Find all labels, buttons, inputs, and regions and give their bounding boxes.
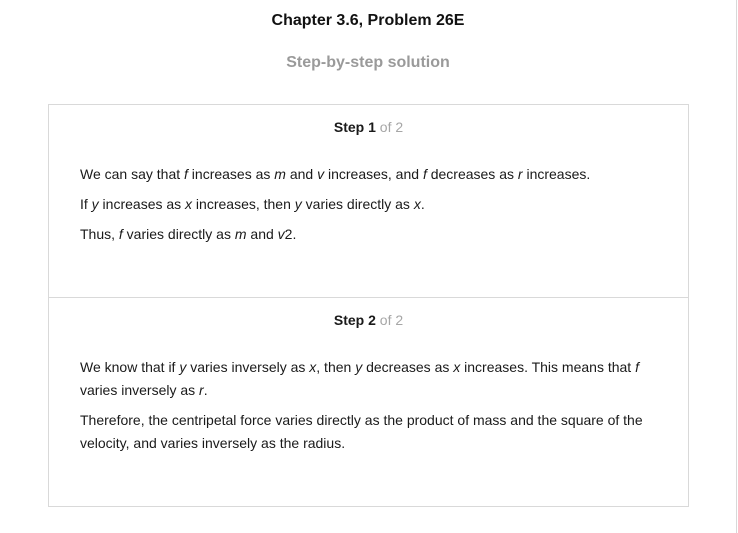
step-paragraph: Thus, f varies directly as m and v2.: [80, 223, 665, 246]
step-body: We know that if y varies inversely as x,…: [80, 356, 665, 462]
solution-page: Chapter 3.6, Problem 26E Step-by-step so…: [0, 0, 738, 533]
text-run: Therefore, the centripetal force varies …: [80, 412, 643, 451]
math-variable: x: [185, 196, 193, 212]
text-run: varies inversely as: [80, 382, 200, 398]
step-header: Step 2 of 2: [49, 311, 688, 329]
text-run: varies directly as: [301, 196, 414, 212]
text-run: increases. This means that: [460, 359, 636, 375]
math-variable: y: [91, 196, 99, 212]
text-run: increases.: [522, 166, 591, 182]
text-run: increases, then: [192, 196, 295, 212]
text-run: .: [203, 382, 208, 398]
page-title: Chapter 3.6, Problem 26E: [271, 12, 465, 29]
text-run: If: [80, 196, 92, 212]
solution-steps-container: Step 1 of 2 We can say that f increases …: [48, 104, 689, 507]
text-run: increases, and: [324, 166, 423, 182]
math-variable: x: [413, 196, 421, 212]
step-number: 2: [368, 312, 376, 328]
step-number: 1: [368, 119, 376, 135]
step-panel-2: Step 2 of 2 We know that if y varies inv…: [49, 298, 688, 506]
step-label: Step: [333, 119, 365, 135]
text-run: decreases as: [362, 359, 454, 375]
math-variable: m: [234, 226, 247, 242]
text-run: We can say that: [80, 166, 185, 182]
text-run: .: [420, 196, 425, 212]
math-variable: m: [274, 166, 286, 182]
math-variable: y: [294, 196, 302, 212]
step-paragraph: We can say that f increases as m and v i…: [80, 163, 665, 186]
text-run: varies inversely as: [186, 359, 310, 375]
step-header: Step 1 of 2: [49, 118, 688, 136]
text-run: increases as: [187, 166, 275, 182]
step-paragraph: If y increases as x increases, then y va…: [80, 193, 665, 216]
step-total: of 2: [379, 312, 404, 328]
text-run: varies directly as: [122, 226, 235, 242]
step-paragraph: Therefore, the centripetal force varies …: [80, 409, 665, 455]
page-edge-divider: [736, 0, 737, 533]
step-paragraph: We know that if y varies inversely as x,…: [80, 356, 665, 402]
text-run: 2.: [284, 226, 297, 242]
text-run: and: [246, 226, 278, 242]
text-run: , then: [316, 359, 356, 375]
math-variable: v: [277, 226, 285, 242]
text-run: decreases as: [426, 166, 518, 182]
text-run: We know that if: [80, 359, 180, 375]
solution-subtitle: Step-by-step solution: [286, 54, 450, 71]
math-variable: f: [635, 359, 639, 375]
step-total: of 2: [379, 119, 404, 135]
step-panel-1: Step 1 of 2 We can say that f increases …: [49, 105, 688, 298]
step-body: We can say that f increases as m and v i…: [80, 163, 665, 253]
text-run: and: [285, 166, 318, 182]
step-label: Step: [333, 312, 365, 328]
text-run: Thus,: [80, 226, 119, 242]
text-run: increases as: [98, 196, 186, 212]
